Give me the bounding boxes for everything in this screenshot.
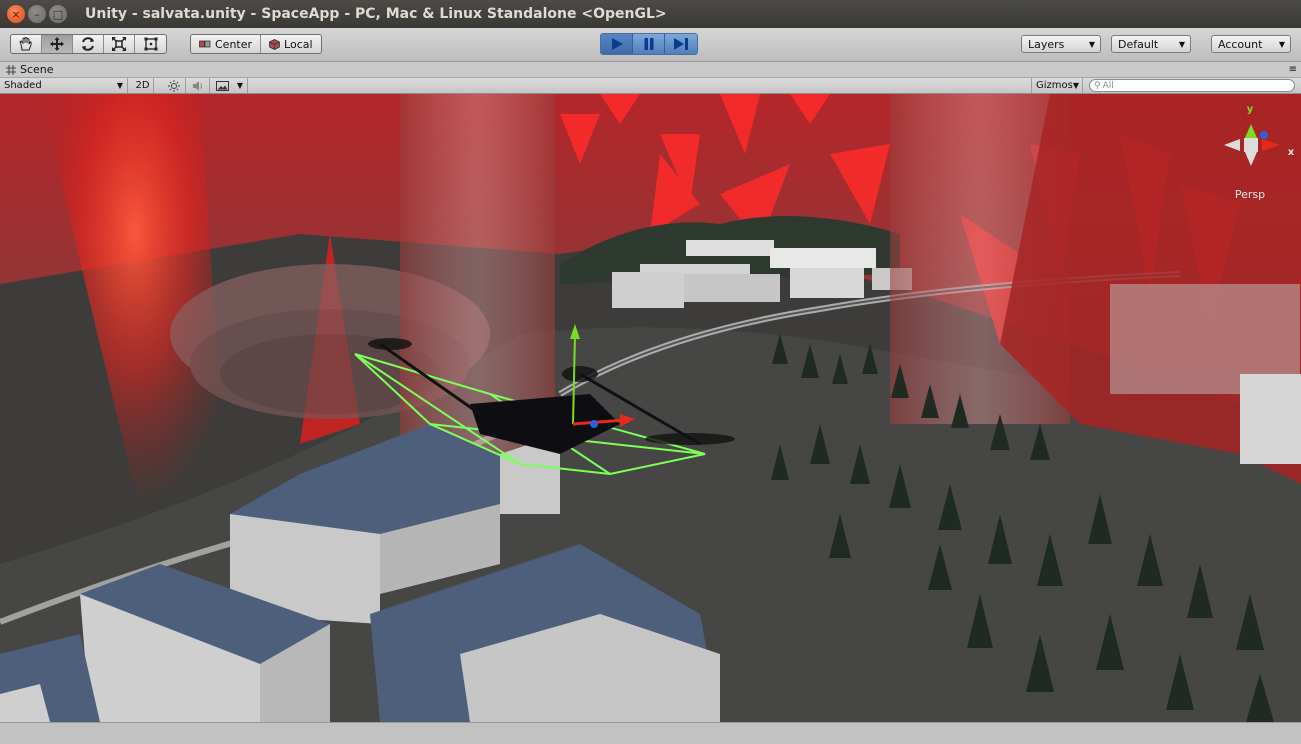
play-button[interactable] <box>601 34 633 54</box>
pivot-center-label: Center <box>215 37 253 51</box>
status-bar <box>0 722 1301 744</box>
mode-2d-label: 2D <box>135 80 150 91</box>
right-building <box>1240 374 1301 464</box>
draw-mode-dropdown[interactable]: Shaded ▼ <box>0 78 128 93</box>
scene-search-input[interactable]: ⚲ All <box>1089 79 1295 92</box>
main-toolbar: Center Local Layers ▼ Default ▼ Account … <box>0 28 1301 62</box>
chevron-down-icon: ▼ <box>1278 39 1285 49</box>
move-tool-button[interactable] <box>42 35 73 53</box>
playback-controls <box>600 33 698 55</box>
speaker-icon <box>192 80 202 91</box>
draw-mode-label: Shaded <box>4 80 42 91</box>
propeller <box>645 433 735 445</box>
search-placeholder: All <box>1102 80 1114 91</box>
maximize-icon: □ <box>52 7 64 21</box>
pivot-center-icon <box>199 40 211 48</box>
title-bar: × – □ Unity - salvata.unity - SpaceApp -… <box>0 0 1301 28</box>
window-controls: × – □ <box>7 5 67 23</box>
pivot-center-button[interactable]: Center <box>191 35 262 53</box>
image-icon <box>216 80 229 91</box>
lighting-toggle[interactable] <box>162 78 186 93</box>
layout-label: Default <box>1118 37 1159 51</box>
gizmos-dropdown[interactable]: Gizmos ▼ <box>1031 78 1083 93</box>
pivot-local-button[interactable]: Local <box>261 35 321 53</box>
chevron-down-icon: ▼ <box>236 81 243 90</box>
scene-render[interactable]: y x Persp <box>0 94 1301 722</box>
account-label: Account <box>1218 37 1263 51</box>
account-dropdown[interactable]: Account ▼ <box>1211 35 1291 53</box>
tab-menu-icon[interactable]: ≡ <box>1289 64 1297 75</box>
close-window-button[interactable]: × <box>7 5 25 23</box>
maximize-window-button[interactable]: □ <box>49 5 67 23</box>
chevron-down-icon: ▼ <box>116 81 123 90</box>
step-icon <box>674 38 688 50</box>
scene-viewport[interactable]: y x Persp <box>0 94 1301 722</box>
gizmo-y-label: y <box>1247 104 1254 115</box>
scene-toolbar: Shaded ▼ 2D ▼ Gizmos ▼ ⚲ All <box>0 78 1301 94</box>
layers-label: Layers <box>1028 37 1065 51</box>
hand-icon <box>19 37 32 51</box>
minimize-window-button[interactable]: – <box>28 5 46 23</box>
window-title: Unity - salvata.unity - SpaceApp - PC, M… <box>85 6 667 22</box>
pivot-local-label: Local <box>284 37 313 51</box>
transform-tools <box>10 34 167 54</box>
chevron-down-icon: ▼ <box>1178 39 1185 49</box>
chevron-down-icon: ▼ <box>1072 81 1080 90</box>
hand-tool-button[interactable] <box>11 35 42 53</box>
projection-label[interactable]: Persp <box>1235 188 1265 201</box>
layers-dropdown[interactable]: Layers ▼ <box>1021 35 1101 53</box>
close-icon: × <box>11 7 21 21</box>
scene-tab-bar: Scene ≡ <box>0 62 1301 78</box>
rect-tool-button[interactable] <box>135 35 166 53</box>
tab-scene-label: Scene <box>20 63 54 76</box>
gizmos-label: Gizmos <box>1036 80 1073 91</box>
rotate-icon <box>82 37 94 51</box>
gizmo-x-label: x <box>1288 147 1295 158</box>
scale-icon <box>112 37 126 51</box>
scale-tool-button[interactable] <box>104 35 135 53</box>
effects-dropdown[interactable]: ▼ <box>212 78 248 93</box>
sun-icon <box>167 79 180 92</box>
tab-scene[interactable]: Scene <box>6 63 54 76</box>
mode-2d-toggle[interactable]: 2D <box>132 78 154 93</box>
chevron-down-icon: ▼ <box>1088 39 1095 49</box>
pause-button[interactable] <box>633 34 665 54</box>
gizmo-z-axis <box>590 420 598 428</box>
pivot-controls: Center Local <box>190 34 322 54</box>
rotate-tool-button[interactable] <box>73 35 104 53</box>
minimize-icon: – <box>34 7 40 21</box>
pause-icon <box>644 38 653 50</box>
step-button[interactable] <box>665 34 697 54</box>
rect-icon <box>144 37 157 51</box>
search-icon: ⚲ <box>1094 80 1101 91</box>
play-icon <box>611 38 623 50</box>
scene-grid-icon <box>6 64 16 75</box>
audio-toggle[interactable] <box>186 78 210 93</box>
pivot-local-icon <box>269 38 280 50</box>
layout-dropdown[interactable]: Default ▼ <box>1111 35 1191 53</box>
move-icon <box>50 37 64 51</box>
